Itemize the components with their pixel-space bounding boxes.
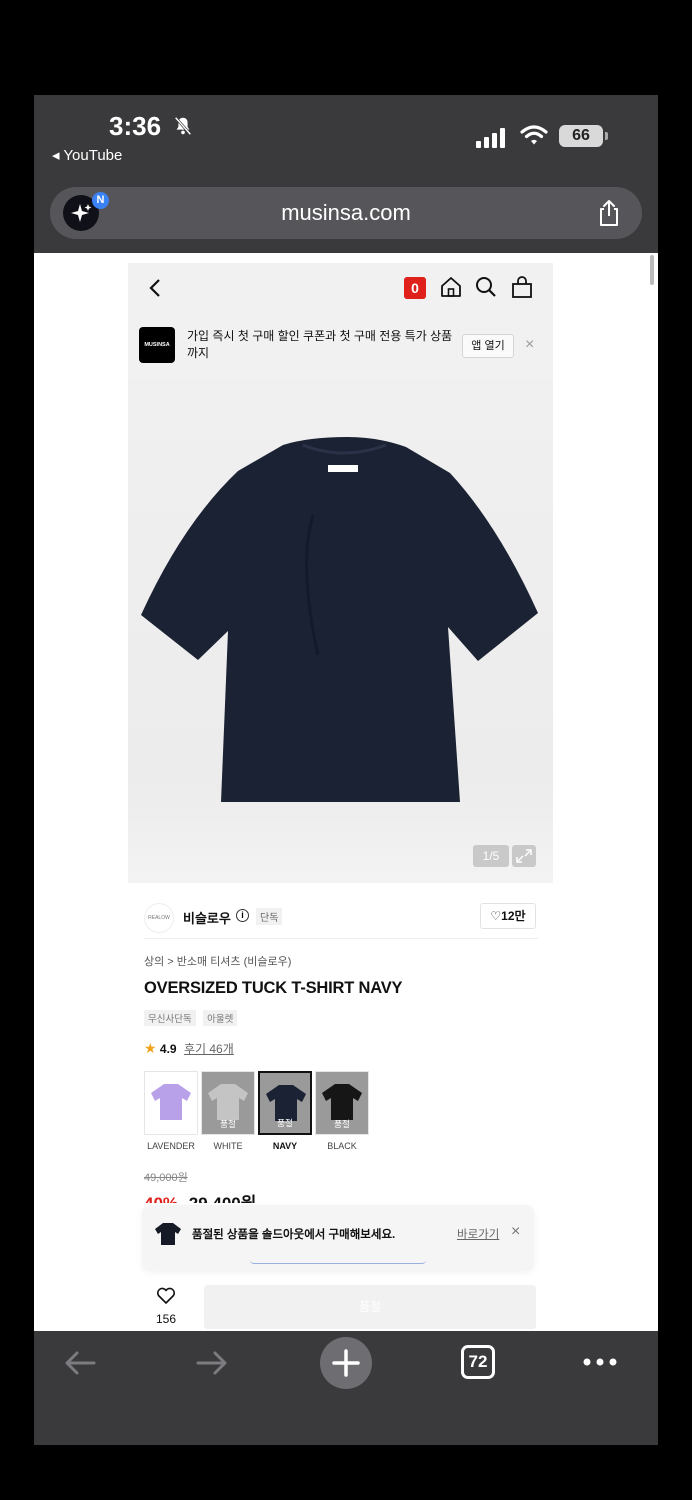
discount-percent: 40% bbox=[144, 1194, 178, 1203]
rating-score: 4.9 bbox=[159, 1042, 177, 1056]
soldout-toast: 품절된 상품을 솔드아웃에서 구매해보세요. 바로가기 × bbox=[142, 1205, 534, 1271]
rating-row: ★ 4.9 후기 46개 bbox=[144, 1040, 234, 1057]
wifi-icon bbox=[520, 125, 548, 145]
battery-indicator: 66 bbox=[559, 125, 603, 147]
product-title: OVERSIZED TUCK T-SHIRT NAVY bbox=[144, 979, 403, 997]
like-count: 156 bbox=[155, 1312, 177, 1326]
more-menu-icon[interactable] bbox=[582, 1357, 618, 1367]
plus-icon[interactable] bbox=[320, 1337, 372, 1389]
brand-like-button[interactable]: ♡12만 bbox=[480, 903, 536, 929]
phone-screen: 3:36 ◂ YouTube 66 N musinsa.com 0 MUSINS… bbox=[34, 95, 658, 1445]
battery-cap bbox=[605, 132, 608, 140]
color-label-white: WHITE bbox=[213, 1141, 243, 1151]
cellular-signal-icon bbox=[476, 128, 505, 148]
silent-bell-icon bbox=[174, 116, 192, 136]
exclusive-tag: 단독 bbox=[256, 908, 283, 925]
color-label-black: BLACK bbox=[327, 1141, 357, 1151]
browser-toolbar: 72 bbox=[34, 1331, 658, 1445]
back-to-app-link[interactable]: ◂ YouTube bbox=[52, 146, 122, 164]
color-label-lavender: LAVENDER bbox=[147, 1141, 195, 1151]
tag-musinsa-exclusive: 무신사단독 bbox=[144, 1010, 196, 1026]
color-swatch-navy[interactable]: 품절 bbox=[258, 1071, 312, 1135]
page-scrollbar[interactable] bbox=[650, 255, 654, 285]
toast-go-link[interactable]: 바로가기 bbox=[457, 1226, 499, 1242]
original-price: 49,000원 bbox=[144, 1172, 188, 1184]
swatch-tshirt-image bbox=[322, 1084, 362, 1120]
color-swatch-white[interactable]: 품절 bbox=[201, 1071, 255, 1135]
brand-name[interactable]: 비슬로우 bbox=[183, 908, 231, 927]
color-swatch-lavender[interactable] bbox=[144, 1071, 198, 1135]
back-arrow-icon[interactable] bbox=[62, 1349, 98, 1377]
brand-info-icon[interactable]: i bbox=[236, 909, 249, 922]
product-tags: 무신사단독 아울렛 bbox=[144, 1009, 240, 1027]
url-text[interactable]: musinsa.com bbox=[50, 200, 642, 226]
divider bbox=[144, 938, 538, 939]
color-label-navy: NAVY bbox=[272, 1141, 298, 1151]
top-nav: 0 bbox=[128, 263, 553, 313]
color-swatch-black[interactable]: 품절 bbox=[315, 1071, 369, 1135]
shopping-bag-icon[interactable] bbox=[510, 275, 534, 299]
image-pager: 1/5 bbox=[473, 845, 509, 867]
brand-logo[interactable]: REALOW bbox=[144, 903, 174, 933]
heart-icon[interactable] bbox=[156, 1287, 176, 1305]
new-tab-button[interactable] bbox=[320, 1337, 372, 1389]
toast-product-thumbnail bbox=[155, 1223, 181, 1245]
product-image-gallery[interactable]: 1/5 bbox=[128, 379, 553, 883]
product-image-navy-tshirt bbox=[141, 437, 538, 802]
toast-close-button[interactable]: × bbox=[511, 1223, 520, 1241]
soldout-label: 품절 bbox=[277, 1118, 293, 1128]
address-bar[interactable]: N musinsa.com bbox=[50, 187, 642, 239]
share-icon[interactable] bbox=[596, 199, 622, 227]
expand-icon[interactable] bbox=[512, 845, 536, 867]
color-options: LAVENDER 품절 WHITE 품절 NAVY 품절 BLACK bbox=[144, 1071, 384, 1161]
bottom-like-button[interactable]: 156 bbox=[146, 1287, 186, 1326]
app-install-banner: MUSINSA 가입 즉시 첫 구매 할인 쿠폰과 첫 구매 전용 특가 상품까… bbox=[128, 313, 553, 379]
sale-price: 29,400원 bbox=[189, 1194, 257, 1203]
forward-arrow-icon[interactable] bbox=[194, 1349, 230, 1377]
toast-text: 품절된 상품을 솔드아웃에서 구매해보세요. bbox=[192, 1229, 396, 1241]
soldout-label: 품절 bbox=[220, 1119, 236, 1129]
home-icon[interactable] bbox=[439, 275, 463, 299]
swatch-tshirt-image bbox=[151, 1084, 191, 1120]
open-app-button[interactable]: 앱 열기 bbox=[462, 334, 514, 358]
star-icon: ★ bbox=[144, 1040, 157, 1056]
tag-outlet: 아울렛 bbox=[203, 1010, 238, 1026]
swatch-tshirt-image bbox=[208, 1084, 248, 1120]
status-bar: 3:36 ◂ YouTube 66 bbox=[34, 95, 658, 185]
cart-count-badge[interactable]: 0 bbox=[404, 277, 426, 299]
toast-decoration bbox=[250, 1260, 426, 1264]
reviews-link[interactable]: 후기 46개 bbox=[184, 1042, 234, 1056]
search-icon[interactable] bbox=[474, 275, 498, 299]
back-chevron-icon[interactable] bbox=[146, 275, 164, 301]
brand-row: REALOW 비슬로우 i 단독 ♡12만 bbox=[144, 895, 538, 939]
tabs-count-button[interactable]: 72 bbox=[461, 1345, 495, 1379]
soldout-button[interactable]: 품절 bbox=[204, 1285, 536, 1329]
banner-close-button[interactable]: × bbox=[525, 334, 539, 356]
status-time: 3:36 bbox=[109, 111, 162, 141]
breadcrumb[interactable]: 상의 > 반소매 티셔츠 (비슬로우) bbox=[144, 953, 291, 969]
musinsa-logo: MUSINSA bbox=[139, 327, 175, 363]
sale-price-row: 40% 29,400원 bbox=[144, 1189, 256, 1203]
product-page: 0 MUSINSA 가입 즉시 첫 구매 할인 쿠폰과 첫 구매 전용 특가 상… bbox=[128, 263, 553, 1331]
web-content: 0 MUSINSA 가입 즉시 첫 구매 할인 쿠폰과 첫 구매 전용 특가 상… bbox=[34, 253, 658, 1331]
soldout-label: 품절 bbox=[334, 1119, 350, 1129]
banner-text: 가입 즉시 첫 구매 할인 쿠폰과 첫 구매 전용 특가 상품까지 bbox=[187, 329, 453, 360]
